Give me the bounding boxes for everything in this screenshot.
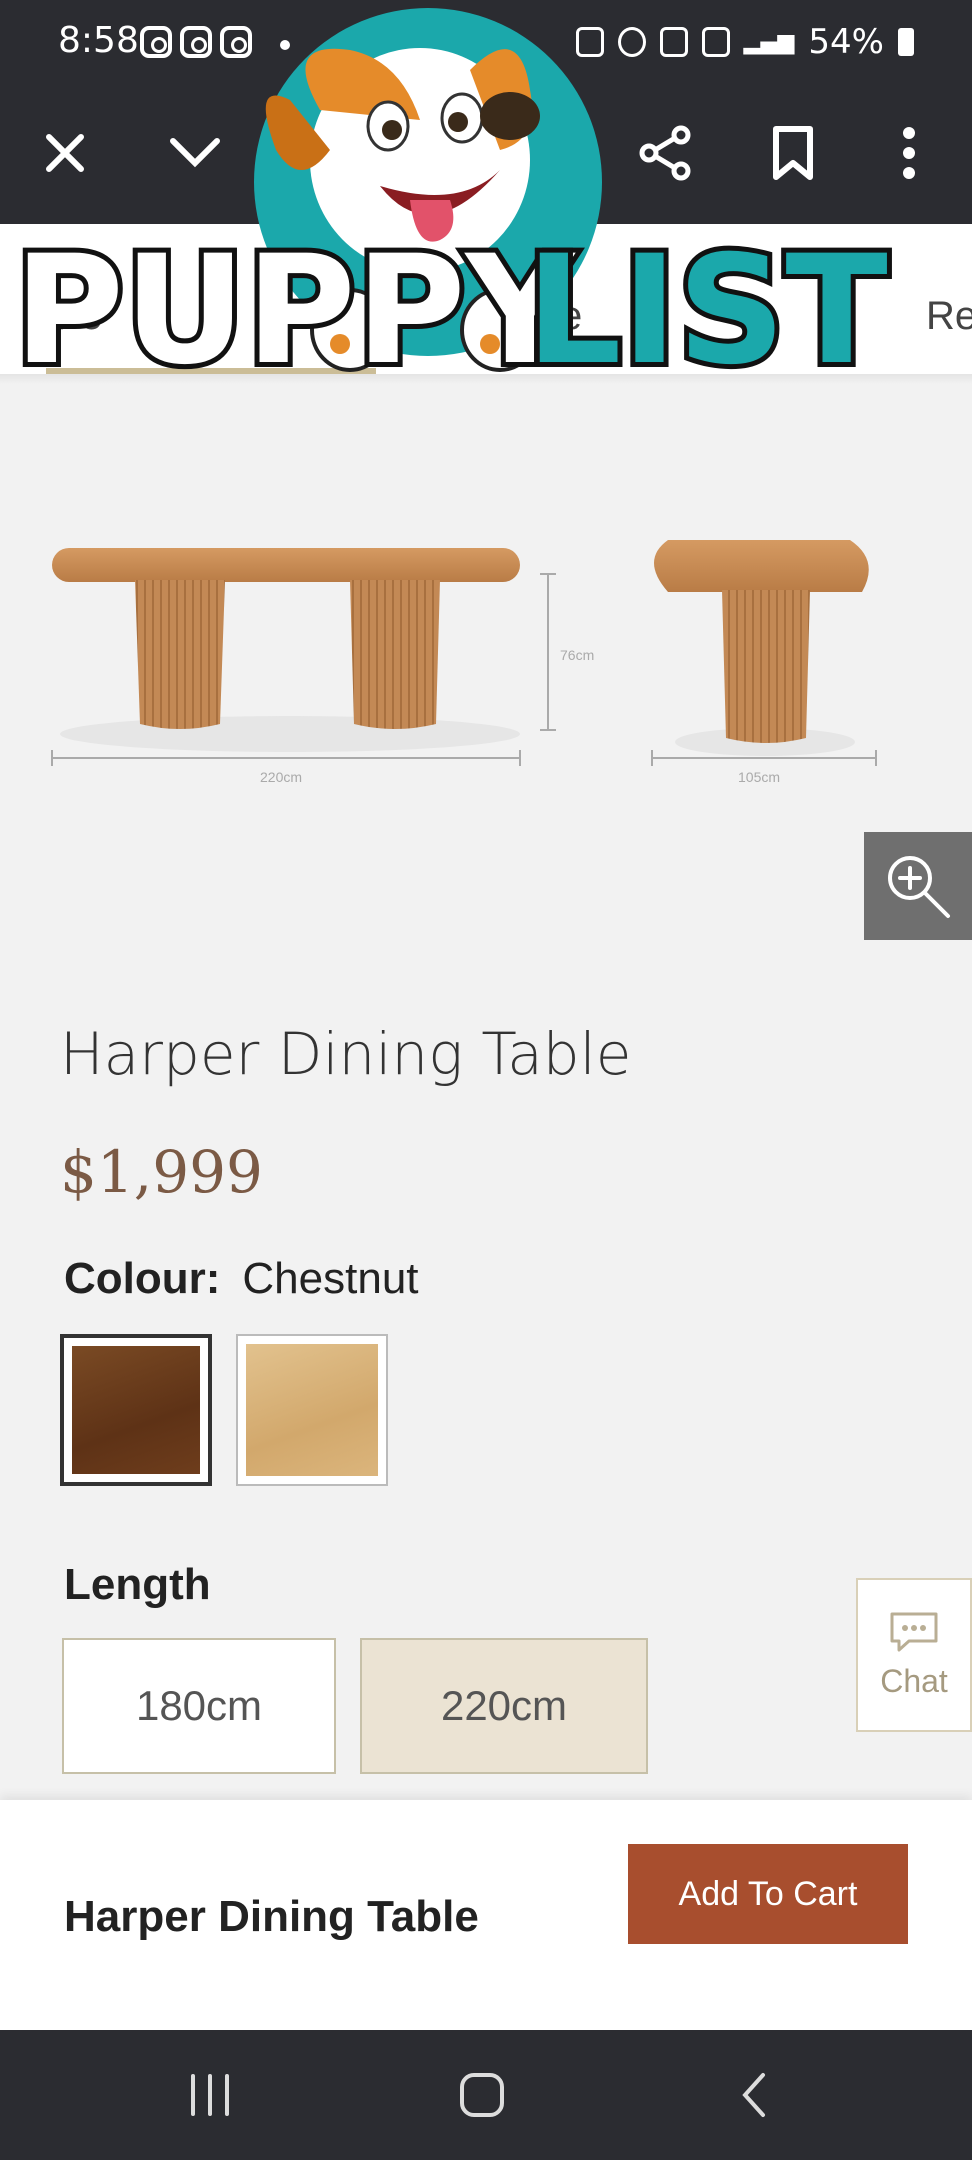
zoom-in-icon: [888, 856, 950, 918]
lock-icon: [575, 27, 604, 57]
length-label: Length: [64, 1560, 211, 1609]
tab-middle[interactable]: ve: [540, 294, 582, 339]
product-title: Harper Dining Table: [60, 1020, 632, 1088]
chat-label: Chat: [880, 1662, 948, 1699]
height-dimension-label: 76cm: [560, 647, 594, 663]
close-button[interactable]: [30, 118, 100, 188]
system-icons: ▂▄▆ 54%: [575, 22, 914, 62]
recent-apps-icon: [191, 2074, 229, 2116]
battery-percent: 54%: [808, 22, 884, 62]
home-icon: [460, 2073, 504, 2117]
status-time: 8:58: [58, 20, 139, 61]
instagram-icon: [220, 26, 252, 58]
bookmark-icon: [773, 126, 813, 180]
battery-icon: [898, 28, 914, 56]
colour-key: Colour:: [64, 1254, 221, 1303]
product-tab-strip: Fo ve Re: [0, 224, 972, 374]
chat-bubble-icon: [890, 1612, 938, 1651]
swatch-chestnut[interactable]: [60, 1334, 212, 1486]
dining-table-illustration: 76cm 220cm 105cm: [51, 540, 877, 785]
tab-right[interactable]: Re: [926, 294, 972, 339]
notification-icons: [140, 26, 252, 58]
sticky-product-title: Harper Dining Table: [64, 1892, 479, 1941]
alarm-icon: [617, 27, 646, 57]
product-image[interactable]: 76cm 220cm 105cm: [0, 384, 972, 944]
chat-button[interactable]: Chat: [856, 1578, 972, 1732]
share-button[interactable]: [630, 118, 700, 188]
add-to-cart-button[interactable]: Add To Cart: [628, 1844, 908, 1944]
tab-left[interactable]: Fo: [56, 294, 103, 339]
system-nav-bar: [0, 2030, 972, 2160]
width-dimension-label: 220cm: [260, 769, 302, 785]
browser-toolbar: [0, 88, 972, 224]
share-icon: [639, 125, 691, 181]
home-button[interactable]: [442, 2060, 522, 2130]
more-notifications-icon: [280, 40, 290, 50]
colour-selection-label: Colour: Chestnut: [64, 1254, 419, 1304]
swatch-natural-fill: [246, 1344, 378, 1476]
swatch-natural[interactable]: [236, 1334, 388, 1486]
swatch-chestnut-fill: [72, 1346, 200, 1474]
collapse-button[interactable]: [160, 118, 230, 188]
zoom-button[interactable]: [864, 832, 972, 940]
length-option-180[interactable]: 180cm: [62, 1638, 336, 1774]
back-button[interactable]: [714, 2060, 794, 2130]
wifi-icon: [701, 27, 730, 57]
instagram-icon: [140, 26, 172, 58]
colour-value: Chestnut: [242, 1254, 419, 1303]
more-options-button[interactable]: [874, 118, 944, 188]
instagram-icon: [180, 26, 212, 58]
sticky-cart-bar: Harper Dining Table Add To Cart: [0, 1800, 972, 2030]
chevron-down-icon: [170, 138, 220, 168]
signal-icon: ▂▄▆: [743, 29, 795, 55]
mute-icon: [659, 27, 688, 57]
product-price: $1,999: [60, 1138, 263, 1206]
divider: [0, 374, 972, 384]
status-bar: 8:58 ▂▄▆ 54%: [0, 0, 972, 88]
close-icon: [46, 134, 84, 172]
length-option-220[interactable]: 220cm: [360, 1638, 648, 1774]
recent-apps-button[interactable]: [170, 2060, 250, 2130]
depth-dimension-label: 105cm: [738, 769, 780, 785]
bookmark-button[interactable]: [758, 118, 828, 188]
more-vert-icon: [903, 127, 915, 179]
back-icon: [742, 2073, 765, 2117]
